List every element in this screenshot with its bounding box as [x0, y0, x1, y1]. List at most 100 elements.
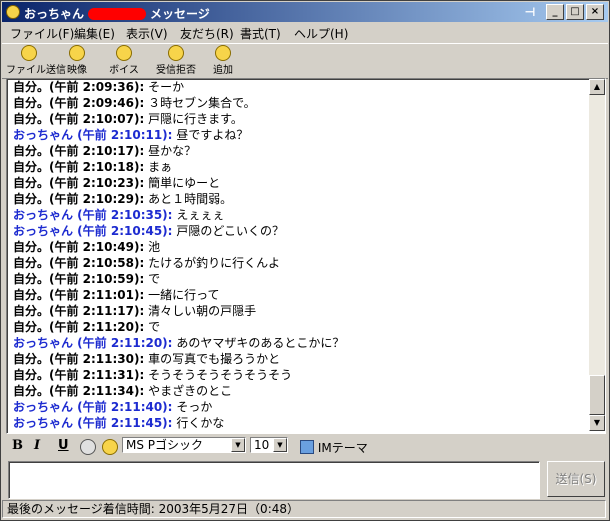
message-sender: 自分。(午前 2:11:20):	[13, 320, 145, 334]
message-row: 自分。(午前 2:11:01): 一緒に行って	[13, 287, 583, 303]
message-list: 自分。(午前 2:09:36): そーか 自分。(午前 2:09:46): ３時セ…	[13, 79, 583, 431]
bold-button[interactable]: B	[12, 438, 23, 453]
file-send-button[interactable]: ファイル送信	[6, 45, 66, 76]
message-text: 車の写真でも撮ろうかと	[148, 352, 281, 366]
message-row: おっちゃん (午前 2:11:20): あのヤマザキのあるとこかに？	[13, 335, 583, 351]
message-text: 戸隠に行きます。	[148, 112, 243, 126]
video-button[interactable]: 映像	[62, 45, 92, 76]
menu-view[interactable]: 表示(V)	[126, 25, 168, 42]
menu-help[interactable]: ヘルプ(H)	[294, 25, 348, 42]
message-sender: 自分。(午前 2:11:34):	[13, 384, 145, 398]
message-text: そっか	[176, 400, 213, 414]
message-row: 自分。(午前 2:11:20): で	[13, 319, 583, 335]
scroll-down-button[interactable]: ▼	[589, 415, 605, 431]
message-sender: 自分。(午前 2:10:49):	[13, 240, 145, 254]
message-row: 自分。(午前 2:10:58): たけるが釣りに行くんよ	[13, 255, 583, 271]
toolbar: ファイル送信 映像 ボイス 受信拒否 追加	[2, 43, 608, 79]
im-theme-button[interactable]: IMテーマ	[300, 439, 368, 456]
message-row: 自分。(午前 2:10:17): 昼かな？	[13, 143, 583, 159]
add-friend-icon	[215, 45, 231, 61]
message-sender: 自分。(午前 2:09:36):	[13, 80, 145, 94]
message-sender: おっちゃん (午前 2:11:20):	[13, 336, 173, 350]
message-sender: 自分。(午前 2:11:17):	[13, 304, 145, 318]
message-row: 自分。(午前 2:10:23): 簡単にゆーと	[13, 175, 583, 191]
block-icon	[168, 45, 184, 61]
window-title: おっちゃん メッセージ	[24, 7, 210, 21]
message-text: 清々しい朝の戸隠手	[148, 304, 257, 318]
emoticon-icon[interactable]	[102, 439, 118, 455]
message-row: 自分。(午前 2:10:29): あと１時間弱。	[13, 191, 583, 207]
message-text: 一緒に行って	[148, 288, 220, 302]
title-bar[interactable]: おっちゃん メッセージ ⊣ _ □ ×	[2, 2, 608, 22]
message-row: 自分。(午前 2:10:07): 戸隠に行きます。	[13, 111, 583, 127]
scroll-up-button[interactable]: ▲	[589, 79, 605, 95]
message-text: 池	[148, 240, 161, 254]
message-row: 自分。(午前 2:09:46): ３時セブン集合で。	[13, 95, 583, 111]
underline-button[interactable]: U	[58, 438, 69, 453]
message-text: あと１時間弱。	[148, 192, 233, 206]
message-row: おっちゃん (午前 2:10:45): 戸隠のどこいくの？	[13, 223, 583, 239]
message-row: おっちゃん (午前 2:10:35): えぇぇぇ	[13, 207, 583, 223]
message-text: まぁ	[148, 160, 173, 174]
block-button[interactable]: 受信拒否	[150, 45, 202, 76]
message-sender: 自分。(午前 2:10:23):	[13, 176, 145, 190]
vertical-scrollbar[interactable]: ▲ ▼	[589, 79, 605, 431]
message-sender: おっちゃん (午前 2:10:11):	[13, 128, 173, 142]
message-row: 自分。(午前 2:11:17): 清々しい朝の戸隠手	[13, 303, 583, 319]
message-sender: 自分。(午前 2:10:58):	[13, 256, 145, 270]
message-text: そーか	[148, 80, 185, 94]
message-text: 昼ですよね？	[176, 128, 249, 142]
chevron-down-icon[interactable]: ▼	[231, 438, 245, 452]
color-icon[interactable]	[80, 439, 96, 455]
menu-friends[interactable]: 友だち(R)	[180, 25, 234, 42]
menu-file[interactable]: ファイル(F)	[10, 25, 74, 42]
voice-icon	[116, 45, 132, 61]
chevron-down-icon[interactable]: ▼	[273, 438, 287, 452]
maximize-button[interactable]: □	[566, 4, 584, 20]
message-text: えぇぇぇ	[176, 208, 225, 222]
add-friend-button[interactable]: 追加	[208, 45, 238, 76]
pin-icon[interactable]: ⊣	[522, 4, 538, 19]
message-text: で	[148, 272, 161, 286]
message-sender: 自分。(午前 2:10:29):	[13, 192, 145, 206]
message-row: 自分。(午前 2:10:18): まぁ	[13, 159, 583, 175]
message-text: 戸隠のどこいくの？	[176, 224, 284, 238]
send-button[interactable]: 送信(S)	[547, 461, 605, 497]
message-sender: おっちゃん (午前 2:10:45):	[13, 224, 173, 238]
redacted-mark	[88, 8, 147, 20]
message-sender: おっちゃん (午前 2:11:45):	[13, 416, 173, 430]
theme-icon	[300, 440, 314, 454]
font-select[interactable]: MS Pゴシック ▼	[122, 437, 246, 453]
message-row: 自分。(午前 2:11:30): 車の写真でも撮ろうかと	[13, 351, 583, 367]
format-toolbar: B I U MS Pゴシック ▼ 10 ▼ IMテーマ	[6, 435, 604, 457]
minimize-button[interactable]: _	[546, 4, 564, 20]
message-text: ３時セブン集合で。	[148, 96, 256, 110]
message-text: 昼かな？	[148, 144, 197, 158]
message-text: 簡単にゆーと	[148, 176, 221, 190]
message-row: 自分。(午前 2:10:49): 池	[13, 239, 583, 255]
message-text: たけるが釣りに行くんよ	[148, 256, 281, 270]
message-text: で	[148, 320, 161, 334]
close-button[interactable]: ×	[586, 4, 604, 20]
font-size-select[interactable]: 10 ▼	[250, 437, 288, 453]
voice-button[interactable]: ボイス	[106, 45, 142, 76]
message-input[interactable]	[8, 461, 540, 499]
menu-edit[interactable]: 編集(E)	[74, 25, 115, 42]
message-row: おっちゃん (午前 2:11:45): 行くかな	[13, 415, 583, 431]
message-sender: 自分。(午前 2:09:46):	[13, 96, 145, 110]
status-bar: 最後のメッセージ着信時間: 2003年5月27日（0:48）	[2, 500, 606, 518]
messenger-icon	[6, 5, 20, 19]
italic-button[interactable]: I	[34, 438, 40, 453]
message-sender: 自分。(午前 2:11:01):	[13, 288, 145, 302]
message-sender: おっちゃん (午前 2:11:40):	[13, 400, 173, 414]
video-icon	[69, 45, 85, 61]
message-row: おっちゃん (午前 2:11:40): そっか	[13, 399, 583, 415]
message-text: やまざきのとこ	[148, 384, 233, 398]
message-text: そうそうそうそうそうそう	[148, 368, 293, 382]
menu-format[interactable]: 書式(T)	[240, 25, 281, 42]
messenger-window: おっちゃん メッセージ ⊣ _ □ × ファイル(F) 編集(E) 表示(V) 友…	[0, 0, 610, 521]
scroll-thumb[interactable]	[589, 375, 605, 415]
message-row: 自分。(午前 2:10:59): で	[13, 271, 583, 287]
conversation-history[interactable]: 自分。(午前 2:09:36): そーか 自分。(午前 2:09:46): ３時セ…	[6, 78, 606, 434]
menu-bar: ファイル(F) 編集(E) 表示(V) 友だち(R) 書式(T) ヘルプ(H)	[2, 23, 608, 41]
